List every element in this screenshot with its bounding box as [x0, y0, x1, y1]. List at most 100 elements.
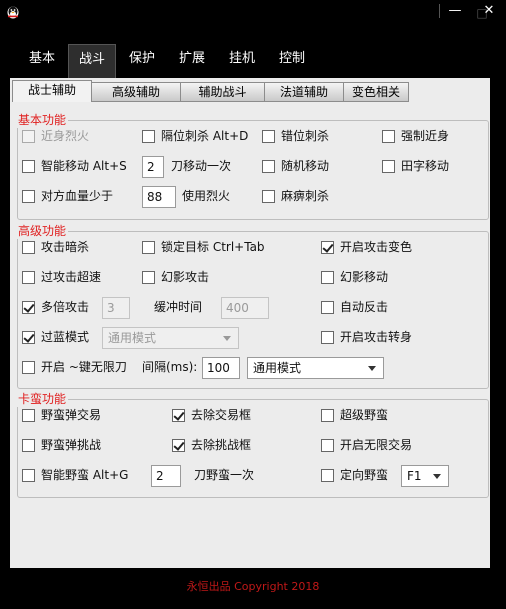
interval-input[interactable]: 100: [202, 357, 240, 379]
checkbox-gewei-cisha[interactable]: [142, 130, 155, 143]
checkbox-hp-less[interactable]: [22, 190, 35, 203]
label-guo-gongji-chaosu: 过攻击超速: [41, 270, 102, 284]
label-qiangzhi-jinshen: 强制近身: [401, 129, 450, 143]
label-kaiqi-gongji-zhuanshen: 开启攻击转身: [340, 330, 413, 344]
checkbox-tianzi-yidong[interactable]: [382, 160, 395, 173]
tab-combat[interactable]: 战斗: [68, 44, 116, 79]
tab-protect[interactable]: 保护: [124, 44, 160, 78]
label-zidong-fanji: 自动反击: [340, 300, 389, 314]
checkbox-kaiqi-wuxian-jiaoyi[interactable]: [321, 439, 334, 452]
subtab-warrior-assist[interactable]: 战士辅助: [12, 80, 92, 102]
combat-panel: 战士辅助 高级辅助 辅助战斗 法道辅助 变色相关 基本功能 近身烈火 隔位刺杀 …: [10, 78, 490, 568]
label-quchu-tiaozhankuang: 去除挑战框: [191, 438, 252, 452]
checkbox-quchu-tiaozhankuang[interactable]: [172, 439, 185, 452]
checkbox-suiji-yidong[interactable]: [262, 160, 275, 173]
checkbox-quchu-jiaoyikuang[interactable]: [172, 409, 185, 422]
label-tianzi-yidong: 田字移动: [401, 159, 450, 173]
label-jinshen-liehuo: 近身烈火: [41, 129, 90, 143]
label-kaiqi-wuxian-jiaoyi: 开启无限交易: [340, 438, 413, 452]
checkbox-yeman-dan-tiaozhan[interactable]: [22, 439, 35, 452]
mana-mode-select[interactable]: 通用模式: [102, 327, 239, 349]
chevron-down-icon: [433, 474, 441, 479]
multiplier-input[interactable]: 3: [102, 297, 130, 319]
buffer-time-input[interactable]: 400: [221, 297, 269, 319]
move-count-input[interactable]: 2: [142, 156, 164, 178]
checkbox-qiangzhi-jinshen[interactable]: [382, 130, 395, 143]
checkbox-jinshen-liehuo[interactable]: [22, 130, 35, 143]
label-mabi-cisha: 麻痹刺杀: [281, 189, 330, 203]
subtab-combat-assist[interactable]: 辅助战斗: [180, 82, 265, 102]
tab-extend[interactable]: 扩展: [174, 44, 210, 78]
subtab-color-change[interactable]: 变色相关: [343, 82, 409, 102]
label-gongji-ansha: 攻击暗杀: [41, 240, 90, 254]
subtab-bar: 战士辅助 高级辅助 辅助战斗 法道辅助 变色相关: [10, 78, 490, 102]
checkbox-wuxiandao[interactable]: [22, 361, 35, 374]
advanced-group: 高级功能 攻击暗杀 锁定目标 Ctrl+Tab 开启攻击变色 过攻击超速 幻影攻…: [16, 223, 489, 389]
checkbox-suoding-mubiao[interactable]: [142, 241, 155, 254]
checkbox-huanying-gongji[interactable]: [142, 271, 155, 284]
checkbox-zhineng-yidong[interactable]: [22, 160, 35, 173]
checkbox-duobei-gongji[interactable]: [22, 301, 35, 314]
label-cuowei-cisha: 错位刺杀: [281, 129, 330, 143]
titlebar-separator: [439, 4, 440, 18]
label-zhineng-yidong: 智能移动 Alt+S: [41, 159, 127, 173]
checkbox-yeman-dan-jiaoyi[interactable]: [22, 409, 35, 422]
hotkey-value: F1: [407, 469, 422, 483]
checkbox-zidong-fanji[interactable]: [321, 301, 334, 314]
label-suiji-yidong: 随机移动: [281, 159, 330, 173]
label-wuxiandao: 开启 ~键无限刀: [41, 360, 127, 374]
checkbox-mabi-cisha[interactable]: [262, 190, 275, 203]
label-dao-yeman: 刀野蛮一次: [194, 468, 255, 482]
minimize-button[interactable]: —: [444, 2, 466, 20]
main-nav: 基本 战斗 保护 扩展 挂机 控制: [0, 44, 506, 79]
label-yeman-dan-jiaoyi: 野蛮弹交易: [41, 408, 102, 422]
checkbox-dingxiang-yeman[interactable]: [321, 469, 334, 482]
basic-group-title: 基本功能: [16, 112, 69, 128]
title-bar[interactable]: — □ ✕: [0, 0, 506, 24]
label-dao-yidong: 刀移动一次: [171, 159, 232, 173]
label-kaiqi-gongji-bianse: 开启攻击变色: [340, 240, 413, 254]
label-chaoji-yeman: 超级野蛮: [340, 408, 389, 422]
kaman-group: 卡蛮功能 野蛮弹交易 去除交易框 超级野蛮 野蛮弹挑战 去除挑战框 开启无限交易…: [16, 391, 489, 498]
label-interval: 间隔(ms):: [142, 360, 198, 374]
checkbox-gongji-ansha[interactable]: [22, 241, 35, 254]
label-gewei-cisha: 隔位刺杀 Alt+D: [161, 129, 249, 143]
subtab-advanced-assist[interactable]: 高级辅助: [91, 82, 181, 102]
tab-basic[interactable]: 基本: [24, 44, 60, 78]
checkbox-chaoji-yeman[interactable]: [321, 409, 334, 422]
subtab-taoist-assist[interactable]: 法道辅助: [264, 82, 344, 102]
label-huanying-gongji: 幻影攻击: [161, 270, 210, 284]
label-duobei-gongji: 多倍攻击: [41, 300, 90, 314]
checkbox-kaiqi-gongji-bianse[interactable]: [321, 241, 334, 254]
penguin-icon: [6, 5, 20, 19]
advanced-group-title: 高级功能: [16, 223, 69, 239]
label-use-liehuo: 使用烈火: [182, 189, 231, 203]
tab-afk[interactable]: 挂机: [224, 44, 260, 78]
checkbox-guo-gongji-chaosu[interactable]: [22, 271, 35, 284]
hotkey-select[interactable]: F1: [401, 465, 449, 487]
chevron-down-icon: [368, 366, 376, 371]
interval-mode-value: 通用模式: [253, 361, 302, 375]
label-guolan-moshi: 过蓝模式: [41, 330, 90, 344]
chevron-down-icon: [223, 336, 231, 341]
tab-control[interactable]: 控制: [274, 44, 310, 78]
label-huanying-yidong: 幻影移动: [340, 270, 389, 284]
label-quchu-jiaoyikuang: 去除交易框: [191, 408, 252, 422]
label-huanchong: 缓冲时间: [154, 300, 203, 314]
yeman-count-input[interactable]: 2: [151, 465, 181, 487]
checkbox-cuowei-cisha[interactable]: [262, 130, 275, 143]
checkbox-guolan-moshi[interactable]: [22, 331, 35, 344]
checkbox-huanying-yidong[interactable]: [321, 271, 334, 284]
kaman-group-title: 卡蛮功能: [16, 391, 69, 407]
mana-mode-value: 通用模式: [108, 331, 157, 345]
footer-copyright: 永恒出品 Copyright 2018: [186, 580, 320, 593]
main-window: — □ ✕ 基本 战斗 保护 扩展 挂机 控制 战士辅助 高级辅助 辅助战斗 法…: [0, 0, 506, 609]
checkbox-kaiqi-gongji-zhuanshen[interactable]: [321, 331, 334, 344]
label-suoding-mubiao: 锁定目标 Ctrl+Tab: [161, 240, 265, 254]
label-zhineng-yeman: 智能野蛮 Alt+G: [41, 468, 129, 482]
hp-threshold-input[interactable]: 88: [142, 186, 176, 208]
basic-group: 基本功能 近身烈火 隔位刺杀 Alt+D 错位刺杀 强制近身 智能移动 Alt+…: [16, 112, 489, 220]
checkbox-zhineng-yeman[interactable]: [22, 469, 35, 482]
interval-mode-select[interactable]: 通用模式: [247, 357, 384, 379]
close-button[interactable]: ✕: [478, 2, 500, 20]
